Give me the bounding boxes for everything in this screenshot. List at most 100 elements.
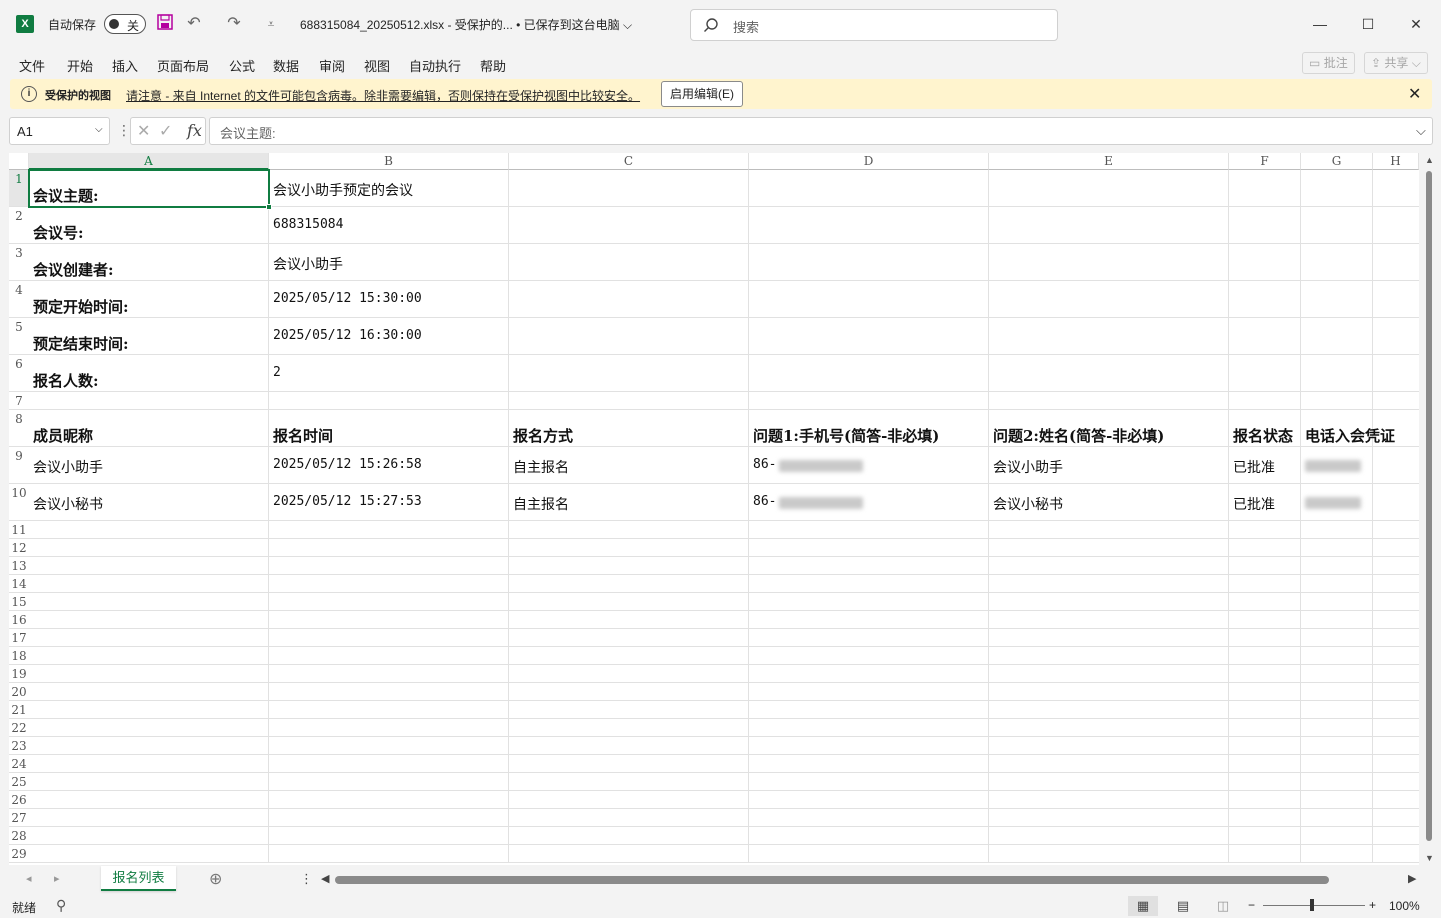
active-cell-selection[interactable]: [28, 169, 272, 210]
zoom-in-button[interactable]: +: [1369, 898, 1376, 912]
add-sheet-icon[interactable]: ⊕: [209, 869, 222, 889]
cell-b5[interactable]: 2025/05/12 16:30:00: [273, 328, 507, 343]
zoom-slider[interactable]: [1263, 905, 1365, 906]
vertical-scroll-thumb[interactable]: [1426, 171, 1432, 841]
more-sheets-icon[interactable]: ⋮: [300, 871, 313, 887]
cell-b4[interactable]: 2025/05/12 15:30:00: [273, 291, 507, 306]
cell-d8[interactable]: 问题1:手机号(简答-非必填): [753, 425, 987, 446]
tab-file[interactable]: 文件: [19, 56, 45, 75]
page-break-view-icon[interactable]: ◫: [1208, 896, 1238, 916]
column-header[interactable]: H: [1373, 153, 1419, 170]
column-header[interactable]: D: [749, 153, 989, 170]
column-header[interactable]: F: [1229, 153, 1301, 170]
enable-editing-button[interactable]: 启用编辑(E): [661, 81, 743, 107]
formula-input[interactable]: 会议主题: ⌵: [209, 117, 1433, 145]
row-header[interactable]: 10: [9, 484, 29, 521]
save-icon[interactable]: [155, 14, 175, 34]
enter-icon[interactable]: ✓: [159, 121, 172, 141]
column-header[interactable]: B: [269, 153, 509, 170]
row-header[interactable]: 19: [9, 665, 29, 683]
cell-b6[interactable]: 2: [273, 365, 507, 380]
row-header[interactable]: 14: [9, 575, 29, 593]
fill-handle[interactable]: [266, 204, 272, 210]
tab-insert[interactable]: 插入: [112, 56, 138, 75]
scroll-left-icon[interactable]: ◀: [321, 872, 329, 885]
close-button[interactable]: ✕: [1404, 12, 1428, 36]
row-header[interactable]: 27: [9, 809, 29, 827]
next-sheet-icon[interactable]: ▸: [54, 872, 60, 885]
tab-page-layout[interactable]: 页面布局: [157, 56, 209, 75]
cell-c9[interactable]: 自主报名: [513, 457, 747, 477]
row-header[interactable]: 23: [9, 737, 29, 755]
tab-help[interactable]: 帮助: [480, 56, 506, 75]
cell-f10[interactable]: 已批准: [1233, 494, 1299, 514]
accessibility-icon[interactable]: ⚲: [56, 897, 66, 914]
row-header[interactable]: 18: [9, 647, 29, 665]
cancel-icon[interactable]: ✕: [137, 121, 150, 141]
column-header[interactable]: E: [989, 153, 1229, 170]
row-header[interactable]: 24: [9, 755, 29, 773]
row-header[interactable]: 17: [9, 629, 29, 647]
zoom-level[interactable]: 100%: [1389, 899, 1420, 913]
cell-e9[interactable]: 会议小助手: [993, 457, 1227, 477]
tab-review[interactable]: 审阅: [319, 56, 345, 75]
horizontal-scroll-thumb[interactable]: [335, 876, 1329, 884]
protected-view-message[interactable]: 请注意 - 来自 Internet 的文件可能包含病毒。除非需要编辑，否则保持在…: [126, 87, 640, 104]
cell-b10[interactable]: 2025/05/12 15:27:53: [273, 494, 507, 509]
vertical-scrollbar[interactable]: ▲ ▼: [1419, 153, 1441, 865]
expand-formula-icon[interactable]: ⌵: [1416, 123, 1426, 139]
row-header[interactable]: 15: [9, 593, 29, 611]
cell-a2[interactable]: 会议号:: [33, 222, 267, 243]
redo-icon[interactable]: ↷: [224, 14, 244, 34]
row-header[interactable]: 11: [9, 521, 29, 539]
worksheet-grid[interactable]: A B C D E F G H 1 2 3 4 5 6 7 8 9 10 11 12 13 14 15 16 17 18 19 20 2…: [9, 153, 1419, 865]
cell-g8[interactable]: 电话入会凭证: [1305, 425, 1419, 446]
scroll-up-icon[interactable]: ▲: [1425, 155, 1434, 165]
cell-b1[interactable]: 会议小助手预定的会议: [273, 180, 507, 200]
cell-a5[interactable]: 预定结束时间:: [33, 333, 267, 354]
cell-a4[interactable]: 预定开始时间:: [33, 296, 267, 317]
cell-c10[interactable]: 自主报名: [513, 494, 747, 514]
tab-formulas[interactable]: 公式: [229, 56, 255, 75]
tab-home[interactable]: 开始: [67, 56, 93, 75]
insert-function-icon[interactable]: fx: [187, 121, 202, 140]
undo-icon[interactable]: ↶: [184, 14, 204, 34]
cell-e8[interactable]: 问题2:姓名(简答-非必填): [993, 425, 1227, 446]
cell-b3[interactable]: 会议小助手: [273, 254, 507, 274]
cell-a3[interactable]: 会议创建者:: [33, 259, 267, 280]
name-box[interactable]: A1 ⌵: [9, 117, 110, 145]
row-header[interactable]: 29: [9, 845, 29, 863]
scroll-down-icon[interactable]: ▼: [1425, 853, 1434, 863]
cell-a10[interactable]: 会议小秘书: [33, 494, 267, 514]
page-layout-view-icon[interactable]: ▤: [1168, 896, 1198, 916]
row-header[interactable]: 25: [9, 773, 29, 791]
cell-b2[interactable]: 688315084: [273, 217, 507, 232]
row-header[interactable]: 26: [9, 791, 29, 809]
cell-e10[interactable]: 会议小秘书: [993, 494, 1227, 514]
row-header[interactable]: 12: [9, 539, 29, 557]
row-header[interactable]: 22: [9, 719, 29, 737]
prev-sheet-icon[interactable]: ◂: [26, 872, 32, 885]
customize-toolbar-icon[interactable]: ⩡: [261, 14, 281, 34]
cell-a6[interactable]: 报名人数:: [33, 370, 267, 391]
sheet-tab-active[interactable]: 报名列表: [101, 866, 176, 891]
more-options-icon[interactable]: ⋮: [117, 122, 131, 139]
cell-a8[interactable]: 成员昵称: [33, 425, 267, 446]
column-header[interactable]: G: [1301, 153, 1373, 170]
autosave-toggle[interactable]: 关: [104, 14, 146, 34]
comments-button[interactable]: ▭ 批注: [1302, 52, 1355, 74]
zoom-slider-knob[interactable]: [1310, 899, 1314, 911]
cell-f8[interactable]: 报名状态: [1233, 425, 1313, 446]
cell-a9[interactable]: 会议小助手: [33, 457, 267, 477]
zoom-out-button[interactable]: −: [1248, 898, 1255, 912]
tab-automate[interactable]: 自动执行: [409, 56, 461, 75]
maximize-button[interactable]: ☐: [1356, 12, 1380, 36]
row-header[interactable]: 13: [9, 557, 29, 575]
row-header[interactable]: 28: [9, 827, 29, 845]
row-header[interactable]: 21: [9, 701, 29, 719]
scroll-right-icon[interactable]: ▶: [1408, 872, 1416, 885]
cell-c8[interactable]: 报名方式: [513, 425, 747, 446]
document-title[interactable]: 688315084_20250512.xlsx - 受保护的... • 已保存到…: [300, 16, 632, 33]
row-header[interactable]: 6: [9, 355, 29, 392]
row-header[interactable]: 20: [9, 683, 29, 701]
